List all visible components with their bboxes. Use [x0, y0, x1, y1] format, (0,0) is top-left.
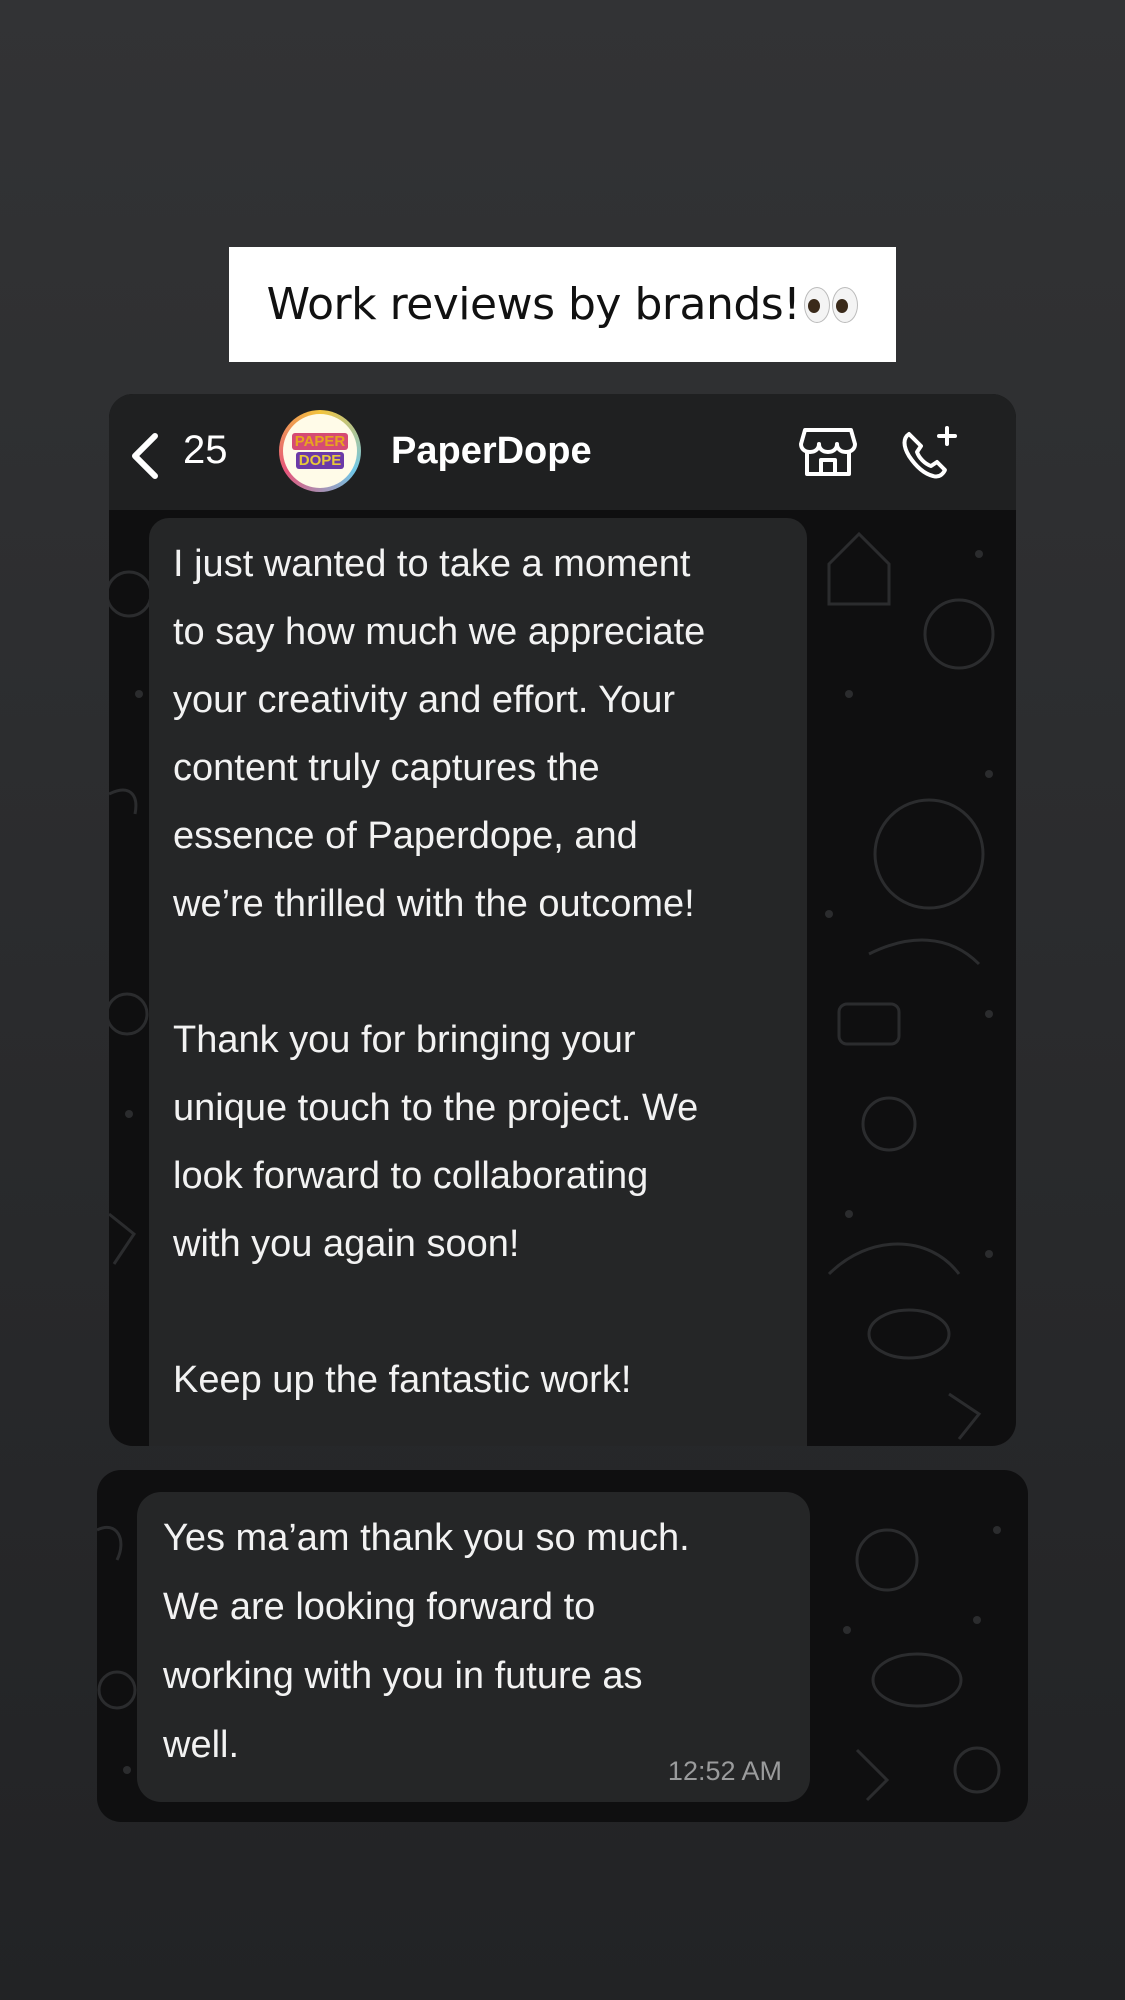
message-text: I just wanted to take a moment to say ho… — [173, 543, 706, 1401]
outgoing-message[interactable]: Yes ma’am thank you so much. We are look… — [137, 1492, 810, 1802]
contact-name[interactable]: PaperDope — [391, 430, 592, 473]
title-text: Work reviews by brands! — [266, 279, 801, 330]
avatar-logo-line1: PAPER — [291, 433, 349, 450]
title-card: Work reviews by brands! — [229, 247, 896, 362]
back-unread-count[interactable]: 25 — [183, 428, 228, 473]
eyes-emoji-icon — [804, 286, 859, 323]
store-icon[interactable] — [799, 426, 857, 478]
chevron-left-icon[interactable] — [127, 432, 163, 480]
chat-window-reply: Yes ma’am thank you so much. We are look… — [97, 1470, 1028, 1822]
chat-header: 25 PAPER DOPE PaperDope — [109, 394, 1016, 510]
message-timestamp: 12:52 AM — [667, 1756, 782, 1786]
avatar-logo-line2: DOPE — [295, 452, 345, 469]
avatar[interactable]: PAPER DOPE — [279, 410, 361, 492]
call-add-icon[interactable] — [899, 424, 961, 482]
message-text: Yes ma’am thank you so much. We are look… — [163, 1517, 690, 1766]
chat-window: 25 PAPER DOPE PaperDope I just wanted to… — [109, 394, 1016, 1446]
incoming-message[interactable]: I just wanted to take a moment to say ho… — [149, 518, 807, 1446]
